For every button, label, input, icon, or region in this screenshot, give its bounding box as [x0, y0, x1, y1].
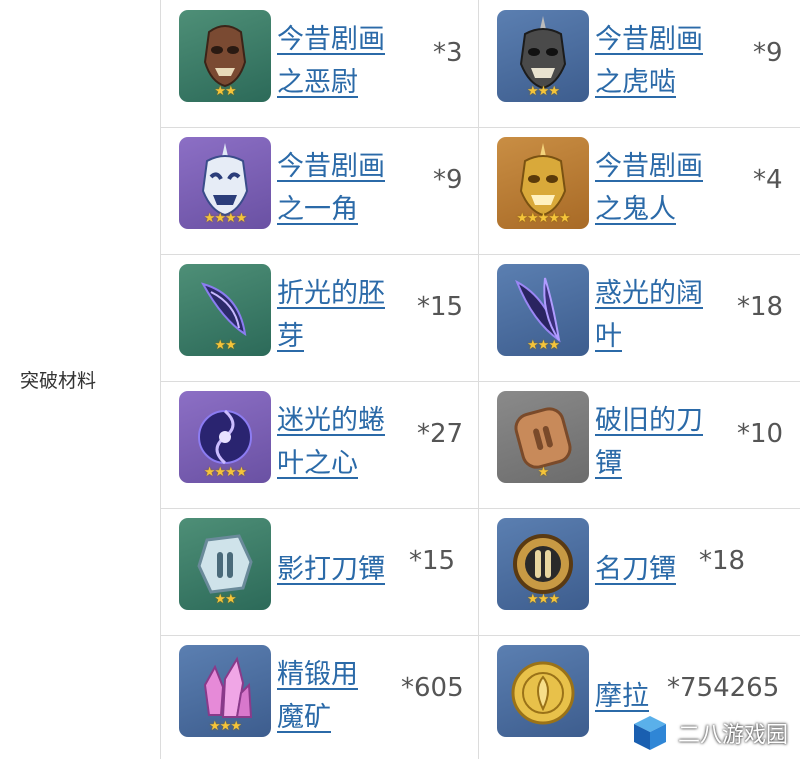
item-name[interactable]: 影打刀镡 [277, 548, 385, 591]
item-name[interactable]: 破旧的刀镡 [595, 399, 703, 485]
category-cell: 突破材料 [0, 0, 161, 759]
material-item: ★★ 影打刀镡 *15 [161, 508, 478, 635]
material-item: ★★★ 惑光的阔叶 *18 [479, 254, 800, 381]
material-item: ★★★★ 今昔剧画 之一角 *9 [161, 127, 478, 254]
mask-white-horned-icon[interactable]: ★★★★ [179, 137, 271, 229]
item-name[interactable]: 迷光的蜷 叶之心 [277, 399, 385, 485]
item-count: *4 [753, 165, 783, 195]
item-name[interactable]: 摩拉 [595, 675, 649, 718]
crystal-heart-icon[interactable]: ★★★★ [179, 391, 271, 483]
item-count: *605 [401, 673, 464, 703]
material-item: ★★★★ 迷光的蜷 叶之心 *27 [161, 381, 478, 508]
cube-logo-icon [633, 716, 666, 750]
item-name[interactable]: 今昔剧画 之一角 [277, 145, 385, 231]
item-link[interactable]: 破旧的刀镡 [595, 405, 703, 479]
item-name[interactable]: 惑光的阔叶 [595, 272, 703, 358]
gold-tsuba-icon[interactable]: ★★★ [497, 518, 589, 610]
item-name[interactable]: 今昔剧画 之恶尉 [277, 18, 385, 104]
item-link[interactable]: 摩拉 [595, 681, 649, 712]
item-count: *27 [417, 419, 464, 449]
material-item: ★★★ 今昔剧画 之虎啮 *9 [479, 0, 800, 127]
item-link[interactable]: 迷光的蜷 叶之心 [277, 405, 385, 479]
silver-tsuba-icon[interactable]: ★★ [179, 518, 271, 610]
old-tsuba-icon[interactable]: ★ [497, 391, 589, 483]
item-link[interactable]: 名刀镡 [595, 554, 676, 585]
item-link[interactable]: 惑光的阔叶 [595, 278, 703, 352]
item-name[interactable]: 折光的胚芽 [277, 272, 385, 358]
material-item: ★★ 今昔剧画 之恶尉 *3 [161, 0, 478, 127]
material-item: ★★★ 精锻用 魔矿 *605 [161, 635, 478, 762]
watermark: 二八游戏园 [630, 713, 788, 753]
item-link[interactable]: 影打刀镡 [277, 554, 385, 585]
material-item: ★★★★★ 今昔剧画 之鬼人 *4 [479, 127, 800, 254]
item-link[interactable]: 折光的胚芽 [277, 278, 385, 352]
item-name[interactable]: 名刀镡 [595, 548, 676, 591]
item-link[interactable]: 今昔剧画 之鬼人 [595, 151, 703, 225]
item-link[interactable]: 今昔剧画 之一角 [277, 151, 385, 225]
item-count: *754265 [667, 673, 780, 703]
mask-dark-horned-icon[interactable]: ★★★ [497, 10, 589, 102]
crystal-sprout-icon[interactable]: ★★ [179, 264, 271, 356]
item-count: *18 [737, 292, 784, 322]
item-count: *18 [699, 546, 746, 576]
item-count: *10 [737, 419, 784, 449]
item-count: *9 [753, 38, 783, 68]
watermark-text: 二八游戏园 [677, 723, 788, 748]
crystal-leaf-icon[interactable]: ★★★ [497, 264, 589, 356]
item-link[interactable]: 今昔剧画 之恶尉 [277, 24, 385, 98]
item-name[interactable]: 今昔剧画 之虎啮 [595, 18, 703, 104]
item-link[interactable]: 今昔剧画 之虎啮 [595, 24, 703, 98]
item-count: *9 [433, 165, 463, 195]
materials-table: 突破材料 ★★ 今昔剧画 之恶尉 *3 ★★★ 今昔剧画 之虎啮 *9 ★★★★ 今… [0, 0, 800, 759]
material-item: ★★ 折光的胚芽 *15 [161, 254, 478, 381]
mora-coin-icon[interactable] [497, 645, 589, 737]
item-count: *3 [433, 38, 463, 68]
material-item: ★★★ 名刀镡 *18 [479, 508, 800, 635]
category-label: 突破材料 [20, 370, 97, 392]
item-count: *15 [417, 292, 464, 322]
item-count: *15 [409, 546, 456, 576]
mask-gold-horned-icon[interactable]: ★★★★★ [497, 137, 589, 229]
item-name[interactable]: 今昔剧画 之鬼人 [595, 145, 703, 231]
item-link[interactable]: 精锻用 魔矿 [277, 659, 358, 733]
item-name[interactable]: 精锻用 魔矿 [277, 653, 358, 739]
mystic-ore-icon[interactable]: ★★★ [179, 645, 271, 737]
mask-brown-icon[interactable]: ★★ [179, 10, 271, 102]
material-item: ★ 破旧的刀镡 *10 [479, 381, 800, 508]
